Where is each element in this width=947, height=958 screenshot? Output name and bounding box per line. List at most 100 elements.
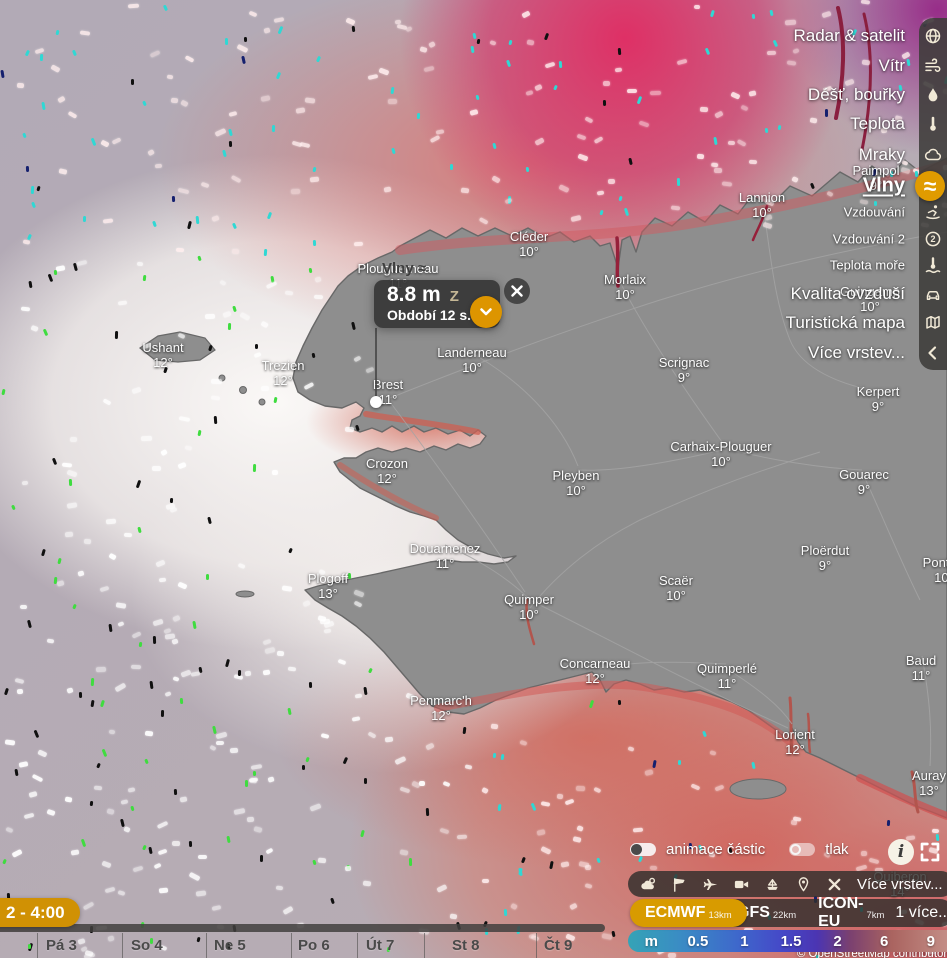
map-canvas[interactable]: Lannion10°Paimpol9°Cléder10°Plouguerneau… (0, 0, 947, 958)
droplet-icon (924, 86, 942, 104)
picker-location-marker[interactable] (370, 396, 382, 408)
car-icon[interactable] (922, 283, 944, 305)
city-label-morlaix: Morlaix10° (604, 272, 646, 302)
map-land (0, 0, 947, 958)
picker-layer-title: Vlny ≈ (382, 260, 426, 277)
timeline-day-4[interactable]: Po 6 (298, 937, 330, 954)
wind-icon (924, 57, 942, 75)
groix-island (730, 779, 786, 799)
info-button[interactable]: i (888, 839, 914, 865)
close-icon[interactable] (826, 876, 843, 893)
city-label-trezien: Trezien12° (262, 358, 305, 388)
scale-tick-2: 2 (814, 933, 861, 950)
layer-menu-item-d-bou-ky[interactable]: Déšť, bouřky (808, 85, 905, 105)
city-label-scrignac: Scrignac9° (659, 355, 710, 385)
model-selected-ecmwf[interactable]: ECMWF13km (630, 899, 747, 927)
city-label-gouarec: Gouarec9° (839, 467, 889, 497)
surfer-icon[interactable] (922, 201, 944, 223)
city-label-douarnenez: Douarnenez11° (410, 541, 481, 571)
windsock-icon[interactable] (671, 876, 688, 893)
timeline-day-2[interactable]: So 4 (131, 937, 163, 954)
layer-menu-item-mraky[interactable]: Mraky (859, 145, 905, 165)
more-models-button[interactable]: 1 více... (895, 904, 947, 922)
timeline-day-6[interactable]: St 8 (452, 937, 480, 954)
layer-menu-item-turistick-mapa[interactable]: Turistická mapa (786, 313, 905, 333)
timeline-day-1[interactable]: Pá 3 (46, 937, 77, 954)
wave-height-value: 8.8 m (387, 283, 441, 306)
scale-tick-6: 6 (861, 933, 908, 950)
circled-2-icon: 2 (924, 230, 942, 248)
cloud-icon (924, 146, 942, 164)
timeline-day-3[interactable]: Ne 5 (214, 937, 246, 954)
layer-menu-item-kvalita-ovzdu-[interactable]: Kvalita ovzduší (791, 284, 905, 304)
layer-menu-item-vzdouv-n-[interactable]: Vzdouvání (844, 205, 905, 220)
city-label-quimperl-: Quimperlé11° (697, 661, 757, 691)
sea-temp-icon[interactable] (922, 254, 944, 276)
current-time-badge: 2 - 4:00 (0, 898, 80, 927)
wave-height-color-scale[interactable]: m0.511.5269 (628, 930, 947, 952)
city-label-sca-r: Scaër10° (659, 573, 693, 603)
city-label-plo-rdut: Ploërdut9° (801, 543, 849, 573)
scale-tick-9: 9 (907, 933, 947, 950)
timeline-day-7[interactable]: Čt 9 (544, 937, 572, 954)
picker-close-button[interactable] (504, 278, 530, 304)
fullscreen-button[interactable] (918, 840, 942, 864)
day-separator (37, 933, 38, 958)
wind-icon[interactable] (922, 55, 944, 77)
camera-icon[interactable] (733, 876, 750, 893)
sein-island (236, 591, 254, 597)
islet (219, 375, 225, 381)
layer-menu-item-vzdouv-n-2[interactable]: Vzdouvání 2 (833, 232, 905, 247)
close-icon (826, 876, 843, 893)
model-option-icon-eu[interactable]: ICON-EU7km (807, 895, 895, 931)
layer-menu-item-vlny[interactable]: Vlny (863, 175, 905, 198)
quick-tools-row: Více vrstev... (628, 871, 947, 897)
fullscreen-icon (918, 840, 942, 864)
droplet-icon[interactable] (922, 84, 944, 106)
scale-unit: m (628, 933, 675, 950)
harbor-icon[interactable] (764, 876, 781, 893)
day-separator (122, 933, 123, 958)
layer-menu-item-radar-satelit[interactable]: Radar & satelit (794, 26, 906, 46)
map-option-toggles: animace částic tlak (630, 840, 849, 858)
chevron-left-icon[interactable] (922, 342, 944, 364)
day-separator (536, 933, 537, 958)
airplane-icon[interactable] (702, 876, 719, 893)
timeline-scrubber-track[interactable] (0, 924, 605, 932)
pressure-toggle[interactable] (789, 843, 815, 856)
thermometer-icon[interactable] (922, 113, 944, 135)
particle-animation-toggle[interactable] (630, 843, 656, 856)
cloud-sun-icon (640, 876, 657, 893)
map-icon[interactable] (922, 312, 944, 334)
scale-tick-0.5: 0.5 (675, 933, 722, 950)
airplane-icon (702, 876, 719, 893)
pin-icon[interactable] (795, 876, 812, 893)
layer-menu-item-teplota-mo-e[interactable]: Teplota moře (830, 258, 905, 273)
day-separator (357, 933, 358, 958)
waves-icon[interactable]: ≈ (915, 171, 945, 201)
scale-tick-1.5: 1.5 (768, 933, 815, 950)
picker-leader-line (375, 328, 377, 396)
day-separator (424, 933, 425, 958)
more-layers-button[interactable]: Více vrstev... (857, 876, 943, 893)
city-label-lannion: Lannion10° (739, 190, 785, 220)
windsock-icon (671, 876, 688, 893)
city-label-lorient: Lorient12° (775, 727, 815, 757)
layer-menu-item-v-ce-vrstev-[interactable]: Více vrstev... (808, 343, 905, 363)
circled-2-icon[interactable]: 2 (922, 228, 944, 250)
camera-icon (733, 876, 750, 893)
layer-menu-item-teplota[interactable]: Teplota (850, 114, 905, 134)
globe-icon[interactable] (922, 25, 944, 47)
cloud-icon[interactable] (922, 144, 944, 166)
cloud-sun-icon[interactable] (640, 876, 657, 893)
scale-tick-1: 1 (721, 933, 768, 950)
day-separator (291, 933, 292, 958)
city-label-quimper: Quimper10° (504, 592, 554, 622)
car-icon (924, 285, 942, 303)
picker-expand-button[interactable] (470, 296, 502, 328)
day-separator (206, 933, 207, 958)
layer-menu-item-v-tr[interactable]: Vítr (879, 56, 905, 76)
timeline-day-5[interactable]: Út 7 (366, 937, 394, 954)
close-icon (511, 285, 523, 297)
thermometer-icon (924, 115, 942, 133)
